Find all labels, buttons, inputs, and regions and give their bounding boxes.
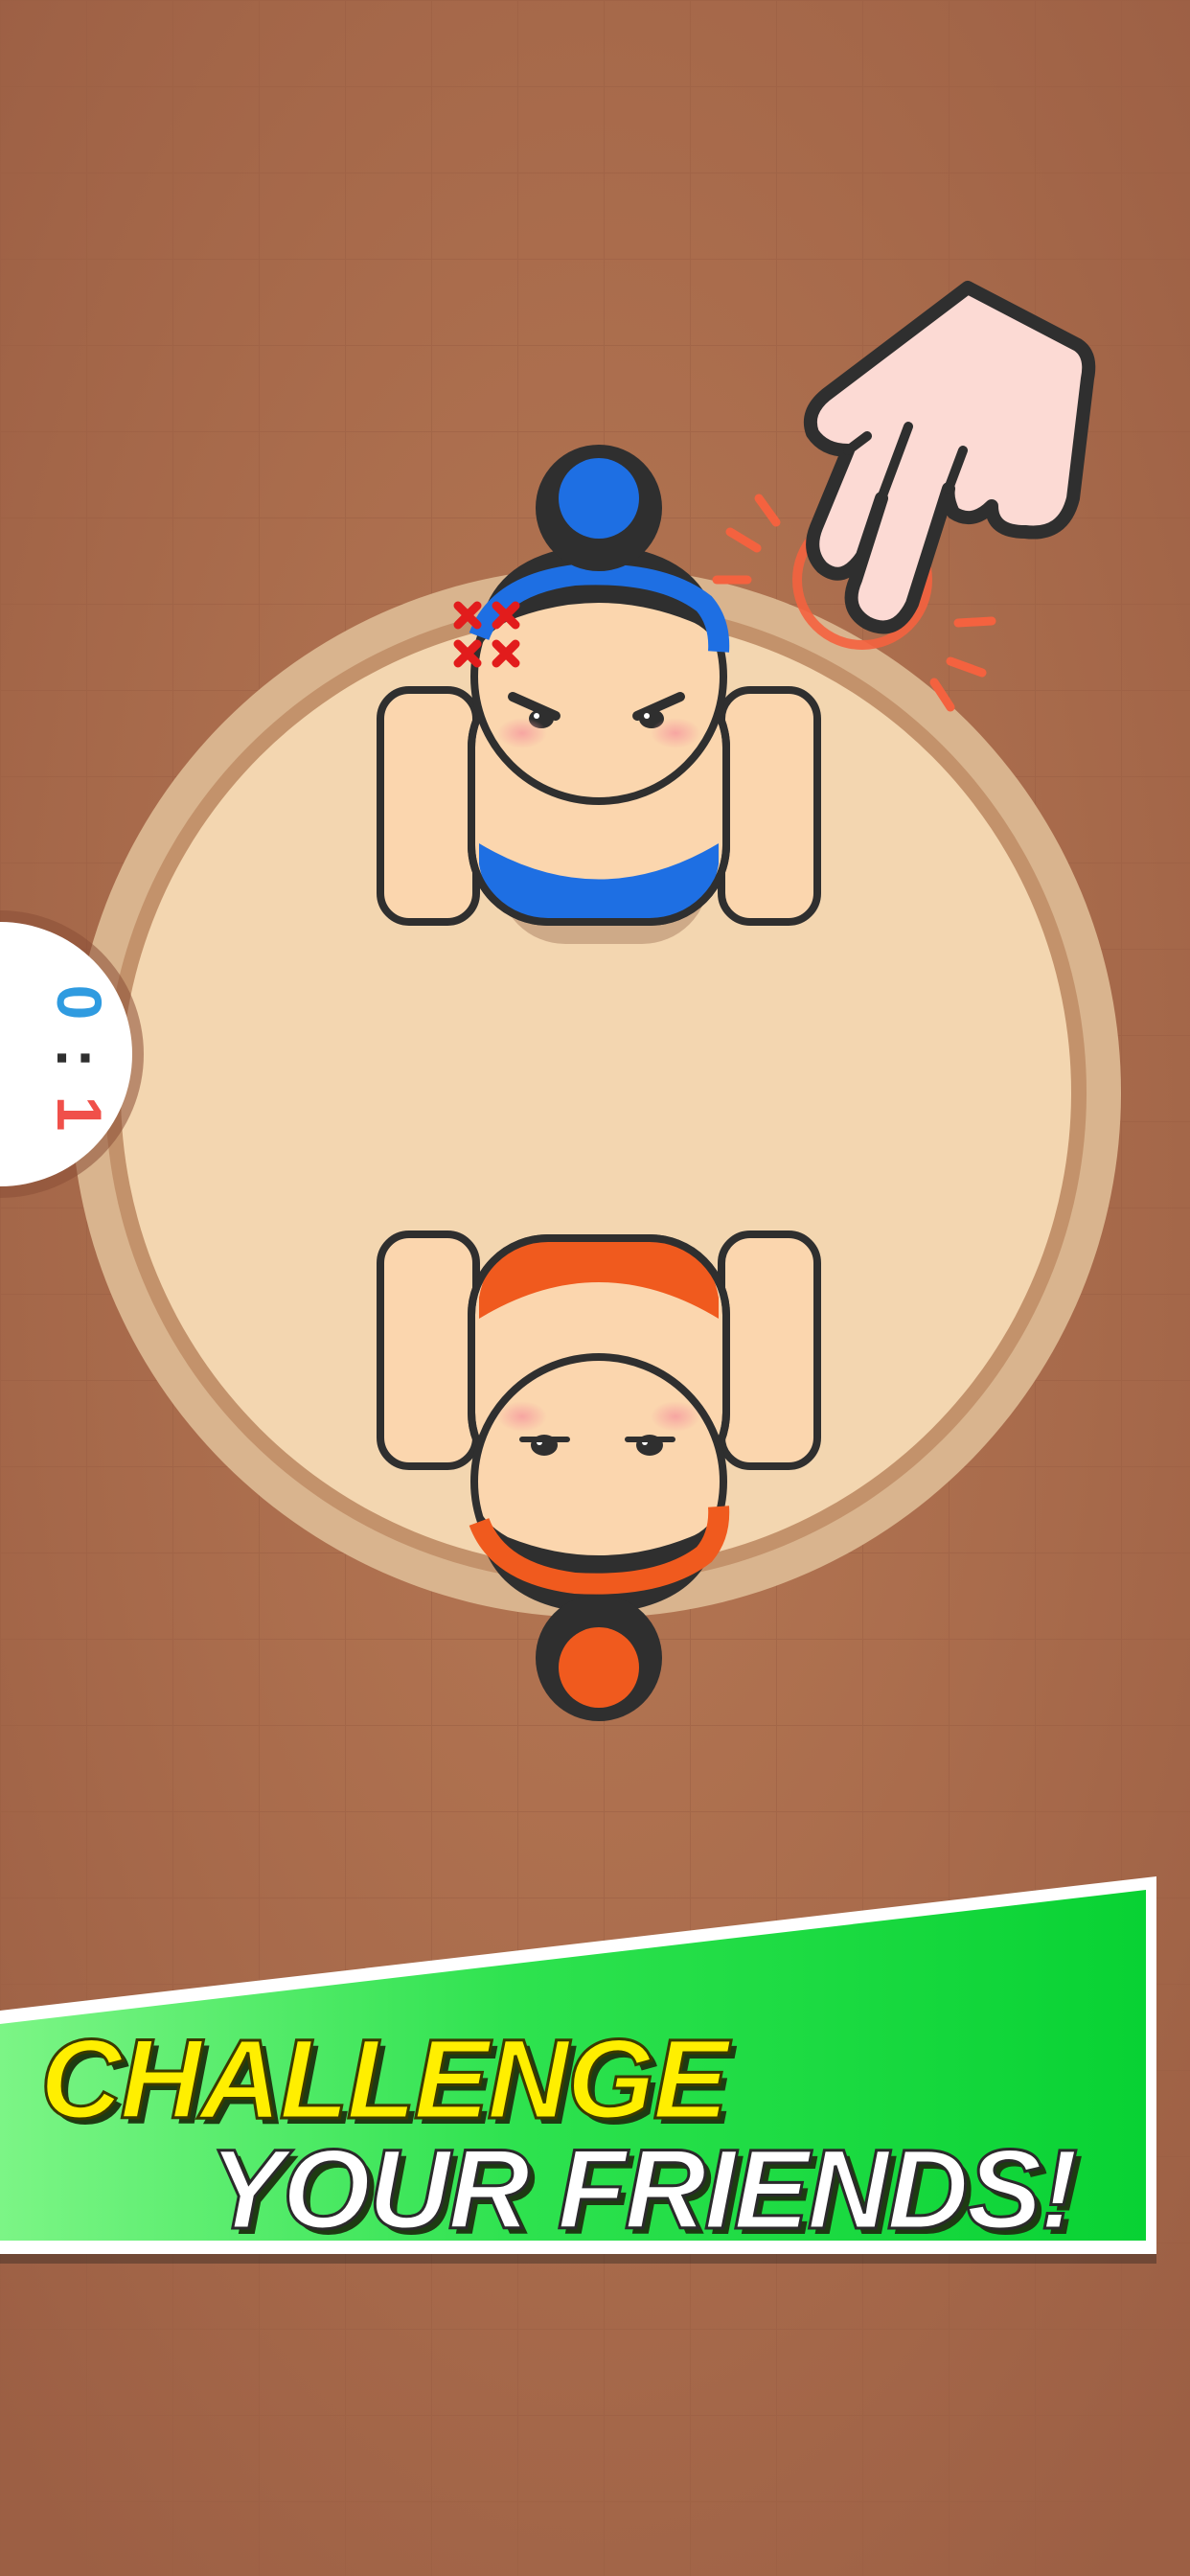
left-arm [377, 686, 480, 926]
score-red: 1 [44, 1096, 115, 1132]
banner-line-1-text: CHALLENGE [40, 2016, 732, 2143]
banner-line-2: YOUR FRIENDS! [209, 2127, 1077, 2253]
left-arm [377, 1230, 480, 1470]
right-arm [718, 686, 821, 926]
right-arm [718, 1230, 821, 1470]
score-separator: : [44, 1047, 115, 1069]
score-blue: 0 [44, 985, 115, 1021]
game-stage[interactable]: 0 : 1 CHALLENGE CHALLENGE YOUR FRIENDS! … [0, 0, 1190, 2576]
